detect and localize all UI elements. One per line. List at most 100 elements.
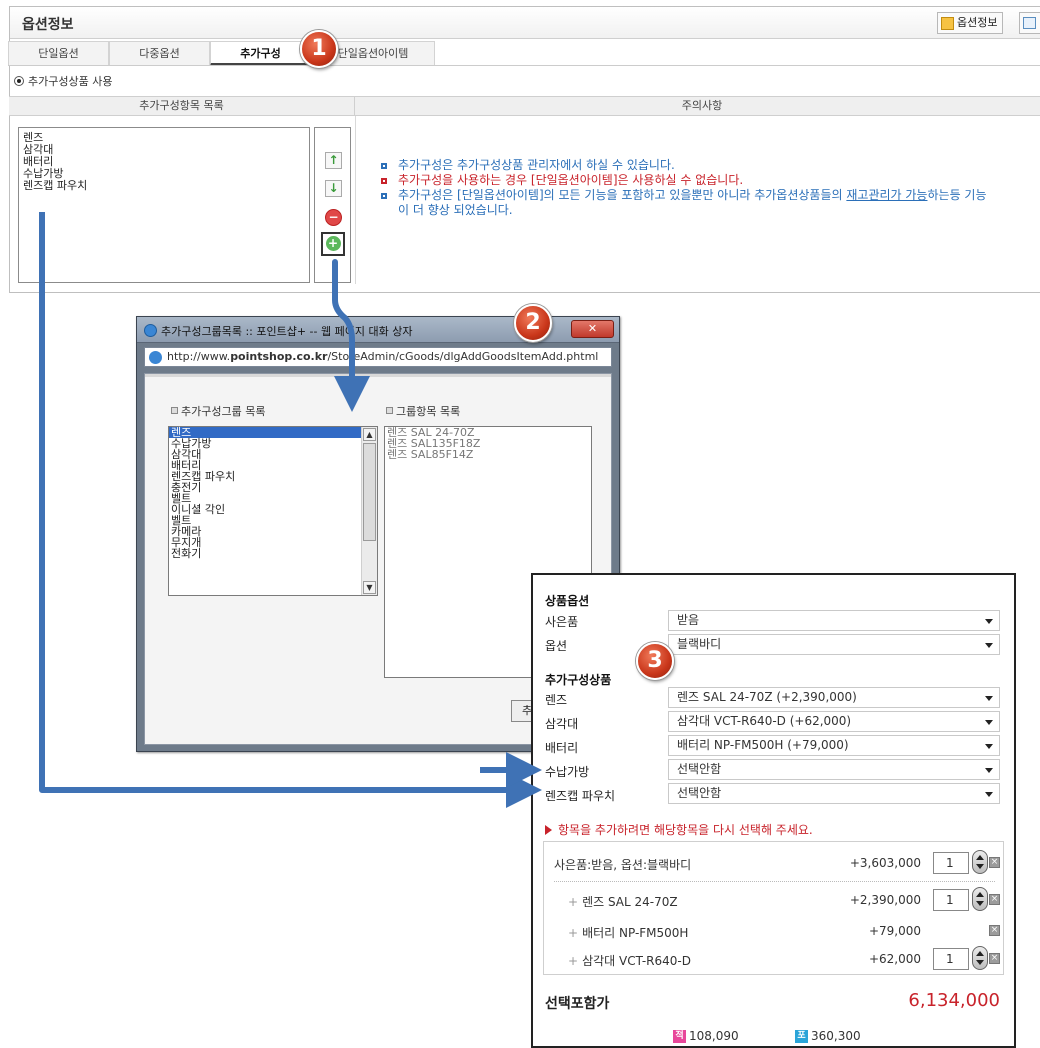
panel-title: 옵션정보 [22, 17, 74, 33]
list-item[interactable]: 렌즈캡 파우치 [23, 180, 305, 192]
option-info-button-label: 옵션정보 [957, 16, 998, 29]
tab-multi-option[interactable]: 다중옵션 [109, 41, 210, 65]
quantity-input[interactable]: 1 [933, 852, 969, 874]
notes-list: 추가구성은 추가구성상품 관리자에서 하실 수 있습니다. 추가구성을 사용하는… [378, 158, 1038, 218]
plus-icon: + [325, 236, 341, 251]
note-text: 하는등 기능 [927, 188, 987, 202]
tab-additional-composition[interactable]: 추가구성 [210, 41, 311, 66]
dialog-separator [145, 374, 611, 377]
option-info-icon [941, 16, 954, 30]
lens-select[interactable]: 렌즈 SAL 24-70Z (+2,390,000) [668, 687, 1000, 708]
use-additional-radio[interactable]: 추가구성상품 사용 [14, 73, 112, 89]
close-icon: ✕ [587, 322, 598, 335]
move-down-button[interactable]: ↓ [325, 180, 342, 197]
chevron-down-icon [985, 619, 993, 624]
url-path: /StoreAdmin/cGoods/dlgAddGoodsItemAdd.ph… [327, 350, 599, 363]
gift-label: 사은품 [545, 615, 579, 629]
group-list-item[interactable]: 전화기 [169, 548, 377, 559]
window-icon [1023, 17, 1036, 29]
summary-price: +62,000 [868, 952, 921, 966]
arrow-up-icon: ↑ [328, 153, 339, 167]
bag-select[interactable]: 선택안함 [668, 759, 1000, 780]
note-item: 추가구성을 사용하는 경우 [단일옵션아이템]은 사용하실 수 없습니다. [378, 173, 1038, 188]
quantity-input[interactable]: 1 [933, 889, 969, 911]
tab-single-option[interactable]: 단일옵션 [8, 41, 109, 65]
row-label: 렌즈 [545, 693, 568, 707]
quantity-stepper[interactable] [972, 850, 988, 874]
quantity-stepper[interactable] [972, 946, 988, 970]
ie-icon [144, 324, 157, 337]
point-points: 포 360,300 [795, 1029, 861, 1043]
lens-cap-pouch-select[interactable]: 선택안함 [668, 783, 1000, 804]
remove-button[interactable]: − [325, 209, 342, 226]
reward-points: 적 108,090 [673, 1029, 739, 1043]
select-value: 배터리 NP-FM500H (+79,000) [677, 738, 849, 752]
summary-name: 삼각대 VCT-R640-D [568, 952, 691, 969]
chevron-down-icon [985, 720, 993, 725]
total-label: 선택포함가 [545, 996, 610, 1012]
section-title: 추가구성상품 [545, 673, 612, 687]
option-info-button[interactable]: 옵션정보 [937, 12, 1004, 34]
select-value: 선택안함 [677, 786, 722, 800]
option-label: 옵션 [545, 639, 568, 653]
option-tabs: 단일옵션 다중옵션 추가구성 단일옵션아이템 [8, 41, 435, 66]
list-item[interactable]: 배터리 [23, 156, 305, 168]
item-list-header: 추가구성항목 목록 [9, 96, 355, 116]
chevron-down-icon [985, 744, 993, 749]
summary-name: 사은품:받음, 옵션:블랙바디 [554, 858, 692, 872]
radio-checked-icon[interactable] [14, 76, 24, 86]
gift-value: 받음 [677, 613, 700, 627]
battery-select[interactable]: 배터리 NP-FM500H (+79,000) [668, 735, 1000, 756]
total-price: 6,134,000 [908, 990, 1000, 1011]
dialog-title: 추가구성그룹목록 :: 포인트샵+ -- 웹 페이지 대화 상자 [161, 325, 413, 338]
gift-select[interactable]: 받음 [668, 610, 1000, 631]
dialog-url-bar: http://www.pointshop.co.kr/StoreAdmin/cG… [144, 347, 612, 367]
chevron-down-icon [985, 792, 993, 797]
summary-price: +3,603,000 [849, 856, 921, 870]
list-item[interactable]: 삼각대 [23, 144, 305, 156]
chevron-down-icon [985, 643, 993, 648]
url-host: pointshop.co.kr [230, 350, 328, 363]
window-button[interactable] [1019, 12, 1040, 34]
step-badge-3: 3 [636, 642, 674, 680]
divider [554, 881, 995, 882]
bullet-icon [381, 178, 387, 184]
delete-icon[interactable]: × [989, 894, 1000, 905]
scroll-thumb[interactable] [363, 443, 376, 541]
quantity-stepper[interactable] [972, 887, 988, 911]
quantity-input[interactable]: 1 [933, 948, 969, 970]
select-value: 렌즈 SAL 24-70Z (+2,390,000) [677, 690, 857, 704]
point-icon: 포 [795, 1029, 808, 1043]
scrollbar[interactable]: ▲ ▼ [361, 427, 377, 595]
group-list[interactable]: 렌즈 수납가방 삼각대 배터리 렌즈캡 파우치 충전기 벨트 이니셜 각인 벨트 카메라 무지개 전화… [168, 426, 378, 596]
option-select[interactable]: 블랙바디 [668, 634, 1000, 655]
row-label: 배터리 [545, 741, 579, 755]
composition-item-list[interactable]: 렌즈 삼각대 배터리 수납가방 렌즈캡 파우치 [18, 127, 310, 283]
summary-row: 배터리 NP-FM500H +79,000 × [544, 917, 1003, 945]
group-item[interactable]: 렌즈 SAL85F14Z [385, 449, 591, 460]
tripod-select[interactable]: 삼각대 VCT-R640-D (+62,000) [668, 711, 1000, 732]
step-badge-2: 2 [514, 304, 552, 342]
group-list-item[interactable]: 충전기 [169, 482, 377, 493]
summary-name: 배터리 NP-FM500H [568, 924, 688, 941]
scroll-down-icon[interactable]: ▼ [363, 581, 376, 594]
add-button[interactable]: + [321, 232, 345, 256]
row-label: 렌즈캡 파우치 [545, 789, 616, 803]
delete-icon[interactable]: × [989, 925, 1000, 936]
ie-icon [149, 351, 162, 364]
list-item[interactable]: 렌즈 [23, 132, 305, 144]
close-button[interactable]: ✕ [571, 320, 614, 338]
row-label: 삼각대 [545, 717, 579, 731]
reward-icon: 적 [673, 1029, 686, 1043]
delete-icon[interactable]: × [989, 953, 1000, 964]
move-up-button[interactable]: ↑ [325, 152, 342, 169]
scroll-up-icon[interactable]: ▲ [363, 428, 376, 441]
summary-name: 렌즈 SAL 24-70Z [568, 893, 678, 910]
option-value: 블랙바디 [677, 637, 722, 651]
triangle-right-icon [545, 825, 552, 835]
tab-divider [8, 65, 1040, 66]
delete-icon[interactable]: × [989, 857, 1000, 868]
section-title: 상품옵션 [545, 594, 590, 608]
group-list-item[interactable]: 이니셜 각인 [169, 504, 377, 515]
inventory-link[interactable]: 재고관리가 가능 [846, 188, 927, 202]
